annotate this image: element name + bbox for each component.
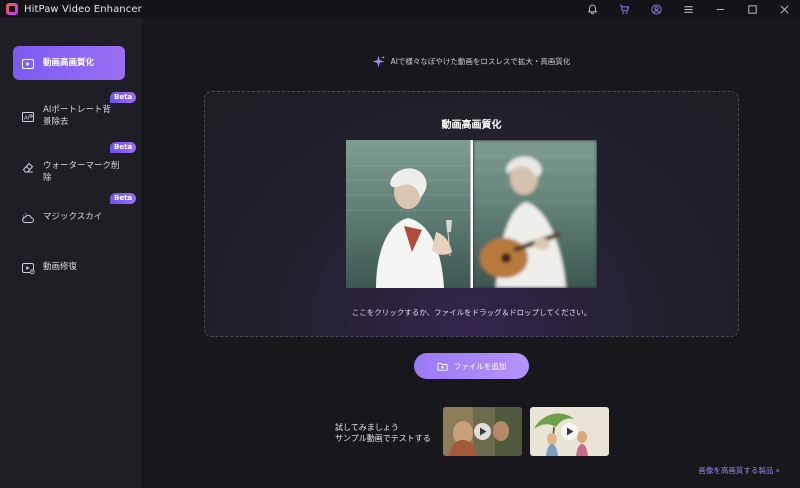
close-icon[interactable] bbox=[768, 0, 800, 18]
bell-icon[interactable] bbox=[576, 0, 608, 18]
folder-plus-icon bbox=[437, 362, 448, 371]
sidebar-item-label: ウォーターマーク削除 bbox=[43, 161, 120, 183]
sample-video-thumbnail-2[interactable] bbox=[530, 407, 609, 456]
video-repair-icon bbox=[21, 260, 35, 275]
beta-badge: Beta bbox=[110, 193, 137, 204]
add-file-button[interactable]: ファイルを追加 bbox=[414, 353, 529, 379]
sidebar-item-label: 動画高画質化 bbox=[43, 58, 95, 68]
menu-icon[interactable] bbox=[672, 0, 704, 18]
image-enhance-product-link[interactable]: 画像を高画質する製品 » bbox=[698, 465, 780, 476]
beta-badge: Beta bbox=[110, 142, 137, 153]
sidebar-item-watermark-remove[interactable]: ウォーターマーク削除 bbox=[13, 160, 125, 184]
sidebar-item-magic-sky[interactable]: マジックスカイ bbox=[13, 211, 125, 224]
account-icon[interactable] bbox=[640, 0, 672, 18]
dropzone-title: 動画高画質化 bbox=[441, 120, 502, 131]
ai-portrait-icon: AI bbox=[21, 109, 35, 123]
sample-video-thumbnail-1[interactable] bbox=[443, 407, 522, 456]
sidebar-item-video-enhance[interactable]: 動画高画質化 bbox=[13, 46, 125, 80]
title-bar: HitPaw Video Enhancer bbox=[0, 0, 800, 18]
sidebar-item-label: AIポートレート背景除去 bbox=[43, 105, 111, 127]
maximize-icon[interactable] bbox=[736, 0, 768, 18]
tagline: AIで様々なぼやけた動画をロスレスで拡大・高画質化 bbox=[142, 55, 800, 68]
file-dropzone[interactable]: 動画高画質化 ここをクリックするか、ファイルをドラッグ＆ドロップしてください。 bbox=[204, 91, 739, 337]
sky-cloud-icon bbox=[21, 210, 35, 224]
sample-line-2: サンプル動画でテストする bbox=[335, 434, 431, 443]
app-logo bbox=[6, 3, 18, 15]
sidebar-item-label: マジックスカイ bbox=[43, 212, 103, 222]
before-after-preview bbox=[346, 140, 597, 288]
minimize-icon[interactable] bbox=[704, 0, 736, 18]
svg-text:AI: AI bbox=[24, 116, 30, 122]
video-enhance-icon bbox=[21, 56, 35, 70]
sample-prompt: 試してみましょう サンプル動画でテストする bbox=[335, 422, 431, 444]
eraser-icon bbox=[21, 159, 35, 173]
tagline-text: AIで様々なぼやけた動画をロスレスで拡大・高画質化 bbox=[390, 57, 571, 66]
double-chevron-right-icon: » bbox=[775, 466, 780, 475]
sidebar-item-ai-portrait[interactable]: AI AIポートレート背景除去 bbox=[13, 104, 125, 128]
sidebar: 動画高画質化 AI AIポートレート背景除去 Beta ウォーターマーク削除 B… bbox=[0, 18, 141, 488]
dropzone-hint: ここをクリックするか、ファイルをドラッグ＆ドロップしてください。 bbox=[351, 308, 592, 317]
beta-badge: Beta bbox=[110, 92, 137, 103]
sample-line-1: 試してみましょう bbox=[335, 423, 399, 432]
sidebar-item-label: 動画修復 bbox=[43, 262, 78, 272]
titlebar-controls bbox=[576, 0, 800, 18]
main-panel: AIで様々なぼやけた動画をロスレスで拡大・高画質化 動画高画質化 ここをクリック… bbox=[142, 18, 800, 488]
bottom-link-text: 画像を高画質する製品 bbox=[698, 466, 774, 475]
cart-icon[interactable] bbox=[608, 0, 640, 18]
sidebar-item-video-repair[interactable]: 動画修復 bbox=[13, 260, 125, 275]
sparkle-icon bbox=[372, 55, 385, 68]
app-title: HitPaw Video Enhancer bbox=[24, 3, 142, 15]
add-file-label: ファイルを追加 bbox=[453, 361, 507, 371]
